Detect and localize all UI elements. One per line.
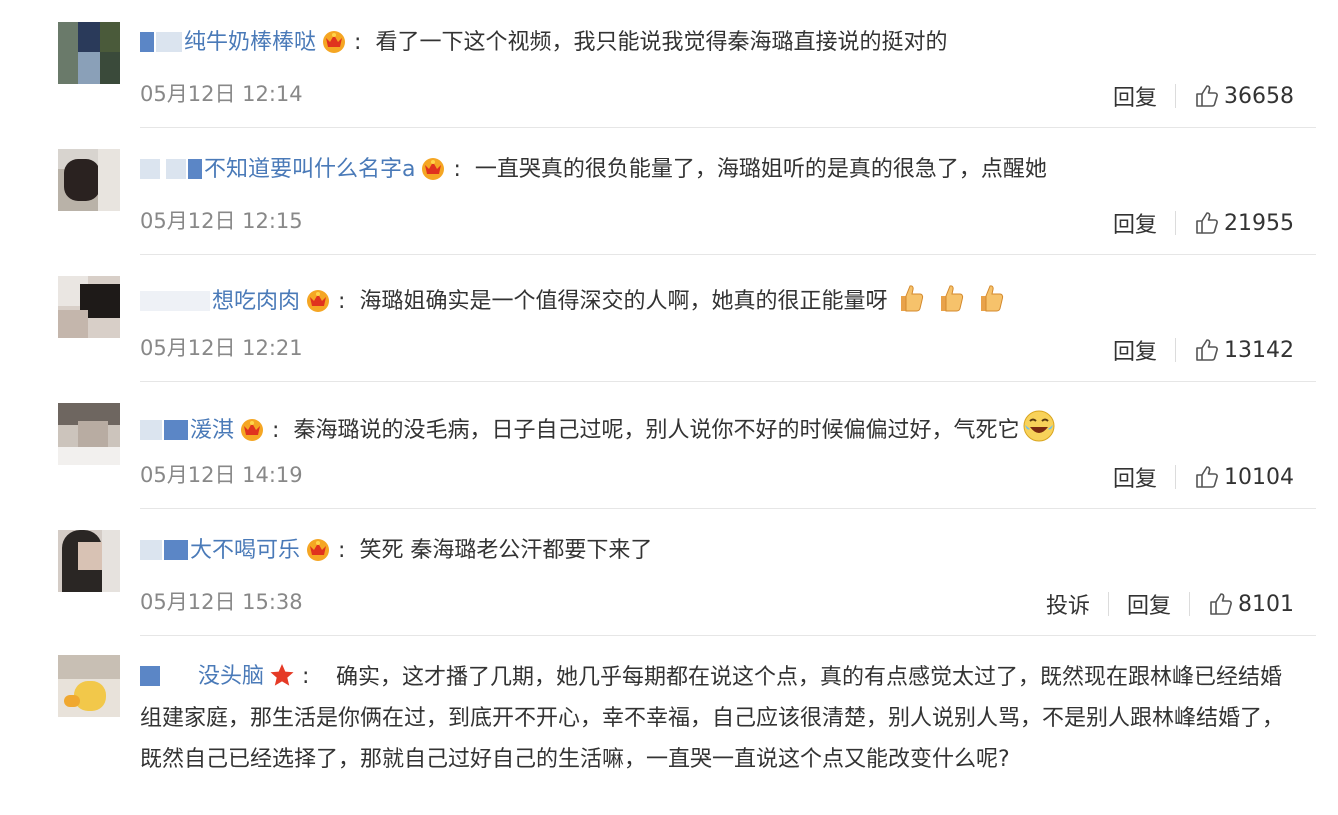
comment-actions: 回复 13142: [1113, 334, 1294, 366]
comment-text: 秦海璐说的没毛病，日子自己过呢，别人说你不好的时候偏偏过好，气死它: [293, 418, 1020, 443]
reply-button[interactable]: 回复: [1113, 334, 1157, 366]
username-mask: [188, 159, 202, 179]
thumbs-up-icon: [1210, 593, 1232, 615]
thumbs-up-emoji: [933, 282, 967, 323]
avatar[interactable]: [58, 22, 120, 84]
comment-actions: 回复 36658: [1113, 80, 1294, 112]
username[interactable]: 大不喝可乐: [190, 538, 300, 563]
crown-badge-icon: [304, 536, 332, 562]
crown-badge-icon: [304, 287, 332, 313]
colon: :: [272, 418, 280, 443]
like-count: 21955: [1224, 210, 1294, 236]
like-count: 10104: [1224, 464, 1294, 490]
crown-badge-icon: [320, 28, 348, 54]
like-count: 8101: [1238, 591, 1294, 617]
like-button[interactable]: 13142: [1194, 337, 1294, 363]
username-mask: [140, 32, 154, 52]
colon: :: [338, 538, 346, 563]
username[interactable]: 纯牛奶棒棒哒: [184, 30, 316, 55]
reply-button[interactable]: 回复: [1113, 461, 1157, 493]
avatar[interactable]: [58, 149, 120, 211]
like-count: 13142: [1224, 337, 1294, 363]
colon: :: [338, 289, 346, 314]
username[interactable]: 不知道要叫什么名字a: [204, 157, 415, 182]
avatar[interactable]: [58, 276, 120, 338]
username-mask: [140, 159, 160, 179]
username-mask: [140, 420, 162, 440]
avatar[interactable]: [58, 403, 120, 465]
comment-time: 05月12日 14:19: [140, 463, 303, 487]
reply-button[interactable]: 回复: [1113, 80, 1157, 112]
colon: :: [354, 30, 362, 55]
username[interactable]: 想吃肉肉: [212, 289, 300, 314]
username-mask: [140, 291, 210, 311]
like-button[interactable]: 8101: [1208, 591, 1294, 617]
comment-text: 一直哭真的很负能量了，海璐姐听的是真的很急了，点醒她: [474, 157, 1047, 182]
username-mask: [156, 32, 182, 52]
comment-time: 05月12日 12:21: [140, 336, 303, 360]
thumbs-up-icon: [1196, 212, 1218, 234]
divider: [140, 381, 1316, 382]
comment-actions: 回复 10104: [1113, 461, 1294, 493]
thumbs-up-emoji: [973, 282, 1007, 323]
divider: [1107, 592, 1109, 616]
comment-text: 确实，这才播了几期，她几乎每期都在说这个点，真的有点感觉太过了，既然现在跟林峰已…: [140, 665, 1285, 772]
crown-badge-icon: [419, 155, 447, 181]
username-mask: [140, 540, 162, 560]
like-button[interactable]: 36658: [1194, 83, 1294, 109]
avatar[interactable]: [58, 655, 120, 717]
comment-actions: 回复 21955: [1113, 207, 1294, 239]
like-button[interactable]: 21955: [1194, 210, 1294, 236]
divider: [1175, 84, 1176, 108]
comment-time: 05月12日 15:38: [140, 590, 303, 614]
divider: [1175, 211, 1176, 235]
comment-actions: 投诉 回复 8101: [1046, 588, 1294, 620]
thumbs-up-icon: [1196, 466, 1218, 488]
comment-time: 05月12日 12:15: [140, 209, 303, 233]
username[interactable]: 湲淇: [190, 418, 234, 443]
comment-time: 05月12日 12:14: [140, 82, 303, 106]
divider: [140, 508, 1316, 509]
divider: [140, 254, 1316, 255]
username-mask: [166, 159, 186, 179]
divider: [1175, 338, 1176, 362]
like-button[interactable]: 10104: [1194, 464, 1294, 490]
like-count: 36658: [1224, 83, 1294, 109]
thumbs-up-icon: [1196, 85, 1218, 107]
laughing-emoji: [1021, 409, 1057, 452]
thumbs-up-icon: [1196, 339, 1218, 361]
crown-badge-icon: [238, 416, 266, 442]
divider: [1189, 592, 1190, 616]
colon: :: [453, 157, 461, 182]
username-mask: [164, 540, 188, 560]
avatar[interactable]: [58, 530, 120, 592]
reply-button[interactable]: 回复: [1113, 207, 1157, 239]
divider: [1175, 465, 1176, 489]
divider: [140, 127, 1316, 128]
divider: [140, 635, 1316, 636]
thumbs-up-emoji: [893, 282, 927, 323]
comment-text: 笑死 秦海璐老公汗都要下来了: [359, 538, 653, 563]
comment-text: 看了一下这个视频，我只能说我觉得秦海璐直接说的挺对的: [375, 30, 948, 55]
reply-button[interactable]: 回复: [1127, 588, 1171, 620]
username-mask: [164, 420, 188, 440]
report-button[interactable]: 投诉: [1046, 588, 1090, 620]
comment-text: 海璐姐确实是一个值得深交的人啊，她真的很正能量呀: [359, 289, 888, 314]
